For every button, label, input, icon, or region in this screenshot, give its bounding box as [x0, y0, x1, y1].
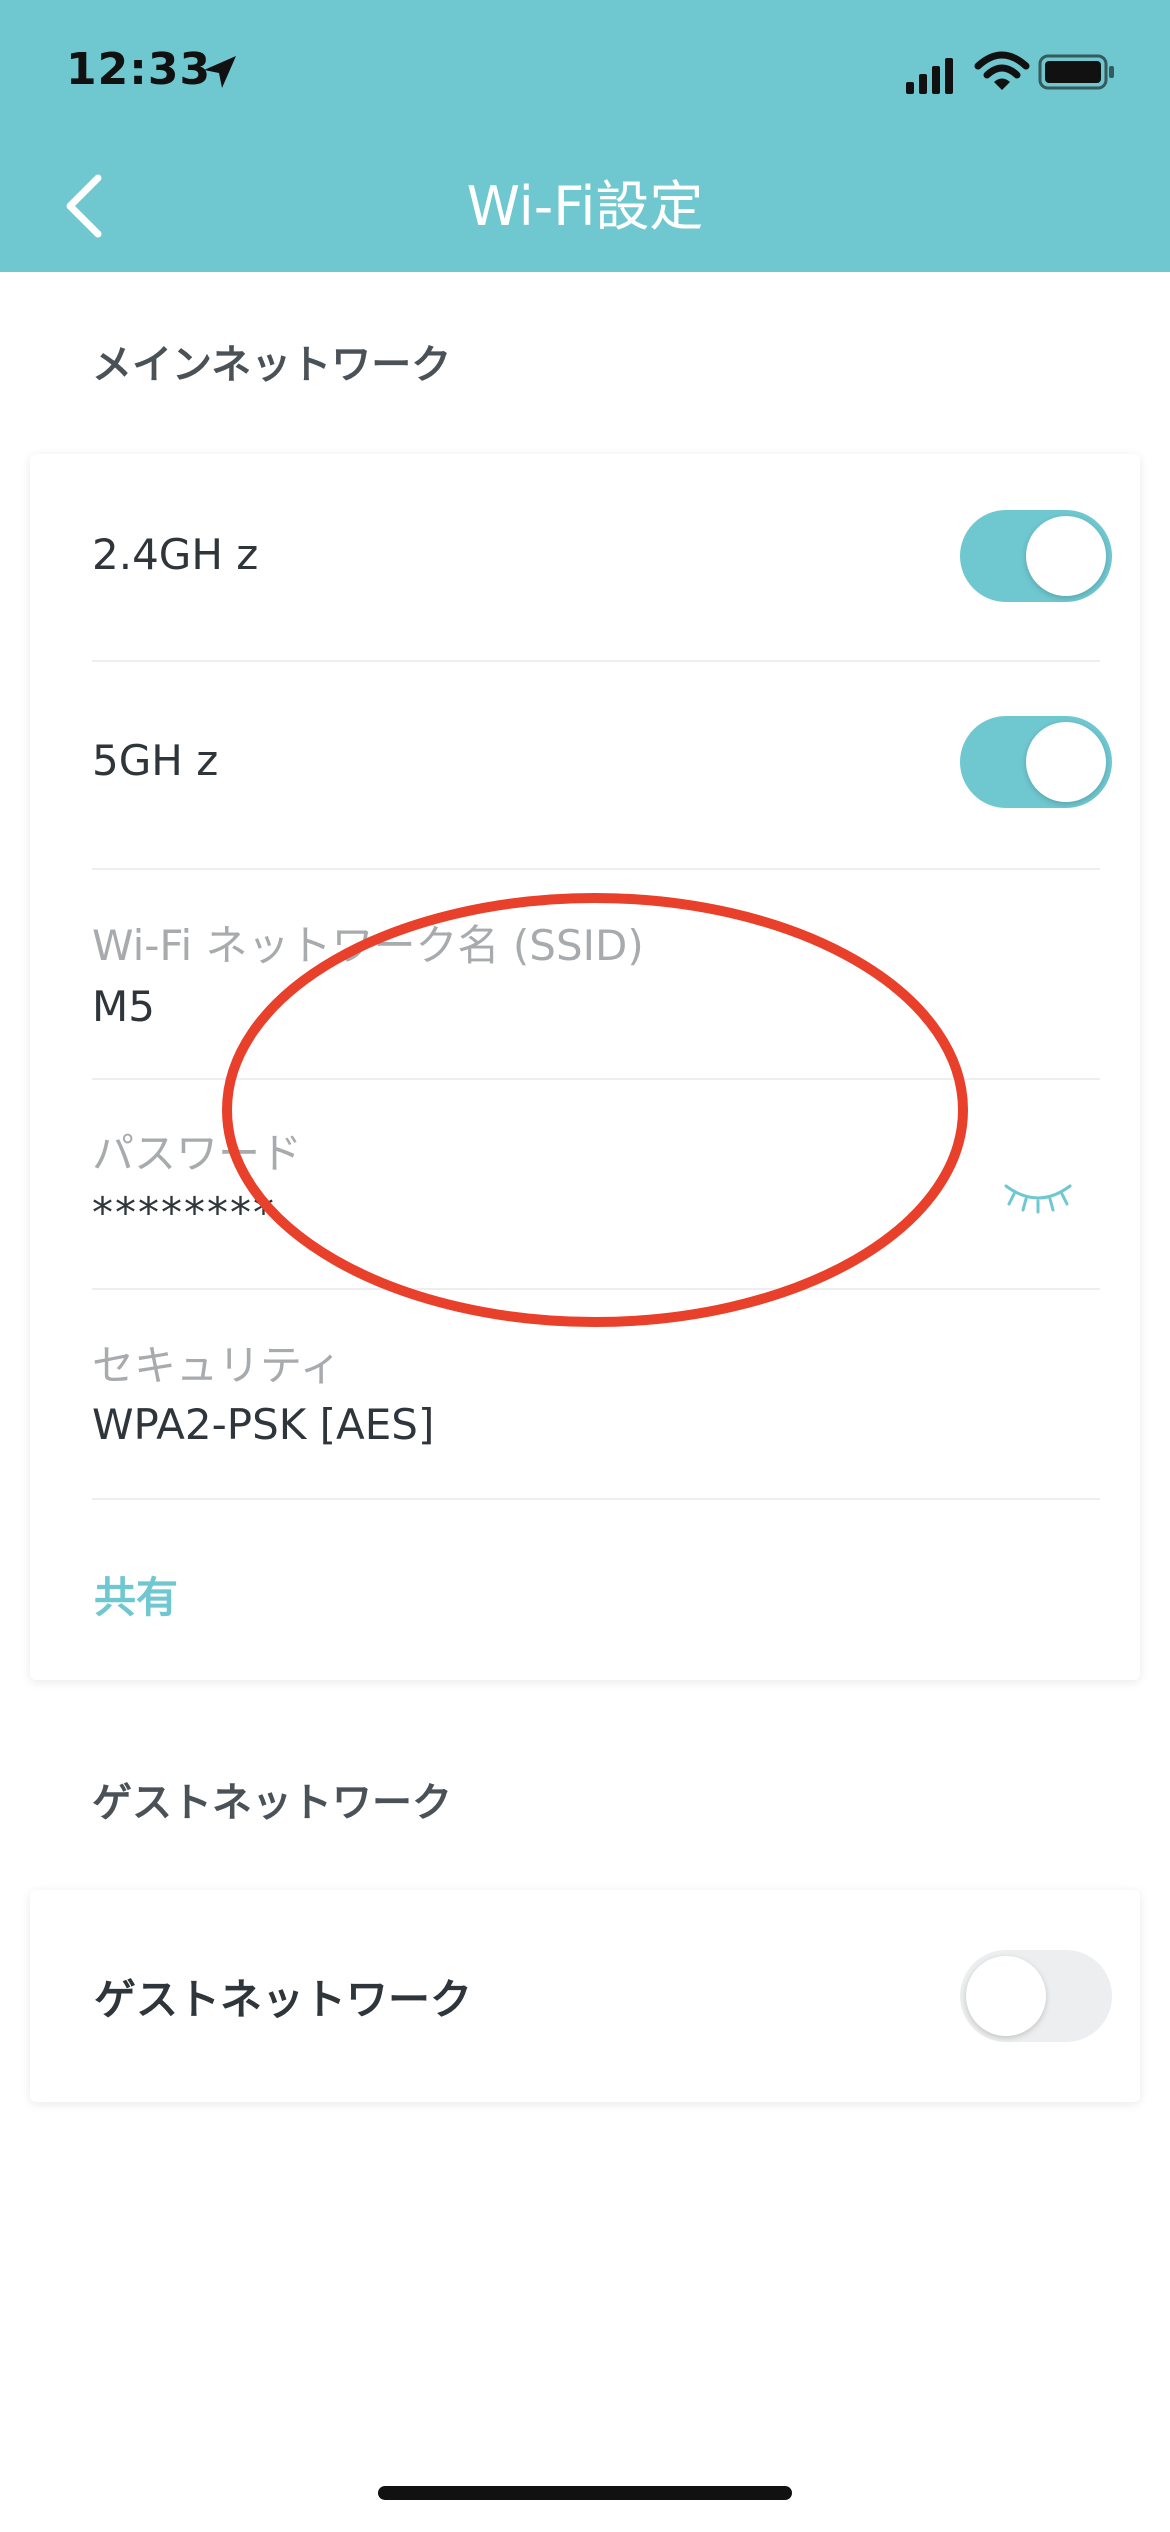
main-network-section-label: メインネットワーク — [92, 342, 452, 388]
wifi-icon — [974, 51, 1030, 90]
share-link[interactable]: 共有 — [94, 1564, 178, 1625]
battery-icon — [1038, 54, 1114, 90]
security-row: セキュリティ WPA2-PSK [AES] — [92, 1290, 1100, 1500]
band-5-toggle[interactable] — [960, 716, 1112, 808]
location-arrow-icon — [204, 56, 236, 88]
security-label: セキュリティ — [92, 1341, 342, 1390]
band-24-row: 2.4GH z — [92, 454, 1112, 662]
band-24-toggle[interactable] — [960, 510, 1112, 602]
home-indicator[interactable] — [378, 2486, 792, 2500]
password-value: ******** — [92, 1188, 276, 1237]
cellular-signal-icon — [906, 58, 953, 94]
ssid-label: Wi-Fi ネットワーク名 (SSID) — [92, 921, 644, 970]
toggle-knob — [1026, 516, 1106, 596]
page-title: Wi-Fi設定 — [466, 175, 704, 238]
band-5-row: 5GH z — [92, 662, 1112, 870]
guest-network-toggle-label: ゲストネットワーク — [94, 1975, 473, 2024]
guest-network-section-label: ゲストネットワーク — [92, 1780, 452, 1826]
eye-closed-icon[interactable] — [1000, 1180, 1076, 1220]
ssid-value: M5 — [92, 982, 155, 1031]
toggle-knob — [966, 1956, 1046, 2036]
toggle-knob — [1026, 722, 1106, 802]
band-24-label: 2.4GH z — [92, 530, 259, 579]
ssid-row[interactable]: Wi-Fi ネットワーク名 (SSID) M5 — [92, 870, 1100, 1080]
band-5-label: 5GH z — [92, 736, 219, 785]
security-value: WPA2-PSK [AES] — [92, 1400, 435, 1449]
password-row[interactable]: パスワード ******** — [92, 1080, 1100, 1290]
guest-network-card: ゲストネットワーク — [30, 1890, 1140, 2102]
header-bar: 12:33 Wi-Fi設定 — [0, 0, 1170, 272]
password-label: パスワード — [92, 1129, 303, 1178]
guest-network-toggle[interactable] — [960, 1950, 1112, 2042]
status-time: 12:33 — [66, 44, 212, 95]
main-network-card: 2.4GH z 5GH z Wi-Fi ネットワーク名 (SSID) M5 パス… — [30, 454, 1140, 1680]
